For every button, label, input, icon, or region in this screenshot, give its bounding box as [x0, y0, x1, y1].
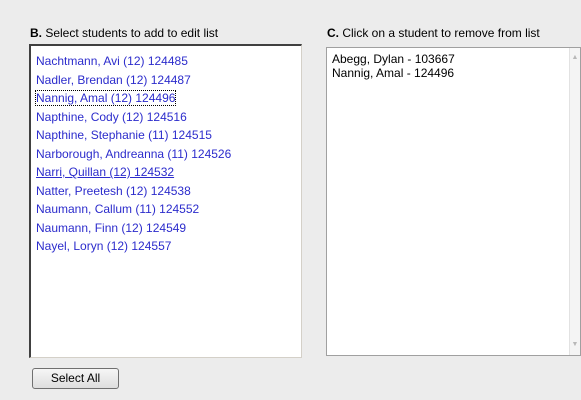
available-students-list[interactable]: Nachtmann, Avi (12) 124485 Nadler, Brend… — [29, 44, 302, 358]
selected-student-item[interactable]: Nannig, Amal - 124496 — [332, 66, 580, 80]
remove-students-heading-text: Click on a student to remove from list — [339, 26, 540, 40]
scroll-up-arrow-icon[interactable]: ▲ — [570, 51, 580, 63]
student-item[interactable]: Naumann, Callum (11) 124552 — [35, 200, 301, 219]
student-item[interactable]: Nadler, Brendan (12) 124487 — [35, 71, 301, 90]
student-item[interactable]: Nachtmann, Avi (12) 124485 — [35, 52, 301, 71]
section-letter-c: C. — [327, 26, 339, 40]
student-item[interactable]: Nannig, Amal (12) 124496 — [34, 89, 301, 108]
student-item[interactable]: Napthine, Cody (12) 124516 — [35, 108, 301, 127]
vertical-scrollbar[interactable]: ▲ ▼ — [569, 48, 580, 355]
scroll-down-arrow-icon[interactable]: ▼ — [570, 338, 580, 350]
student-item[interactable]: Narri, Quillan (12) 124532 — [35, 163, 301, 182]
student-item[interactable]: Naumann, Finn (12) 124549 — [35, 219, 301, 238]
remove-students-heading: C. Click on a student to remove from lis… — [327, 26, 540, 40]
select-students-heading-text: Select students to add to edit list — [42, 26, 219, 40]
selected-students-list[interactable]: Abegg, Dylan - 103667 Nannig, Amal - 124… — [326, 47, 581, 356]
student-item[interactable]: Napthine, Stephanie (11) 124515 — [35, 126, 301, 145]
section-letter-b: B. — [30, 26, 42, 40]
select-students-heading: B. Select students to add to edit list — [30, 26, 218, 40]
select-all-button[interactable]: Select All — [32, 368, 119, 389]
student-item[interactable]: Natter, Preetesh (12) 124538 — [35, 182, 301, 201]
student-item[interactable]: Narborough, Andreanna (11) 124526 — [35, 145, 301, 164]
student-item[interactable]: Nayel, Loryn (12) 124557 — [35, 237, 301, 256]
selected-student-item[interactable]: Abegg, Dylan - 103667 — [332, 52, 580, 66]
